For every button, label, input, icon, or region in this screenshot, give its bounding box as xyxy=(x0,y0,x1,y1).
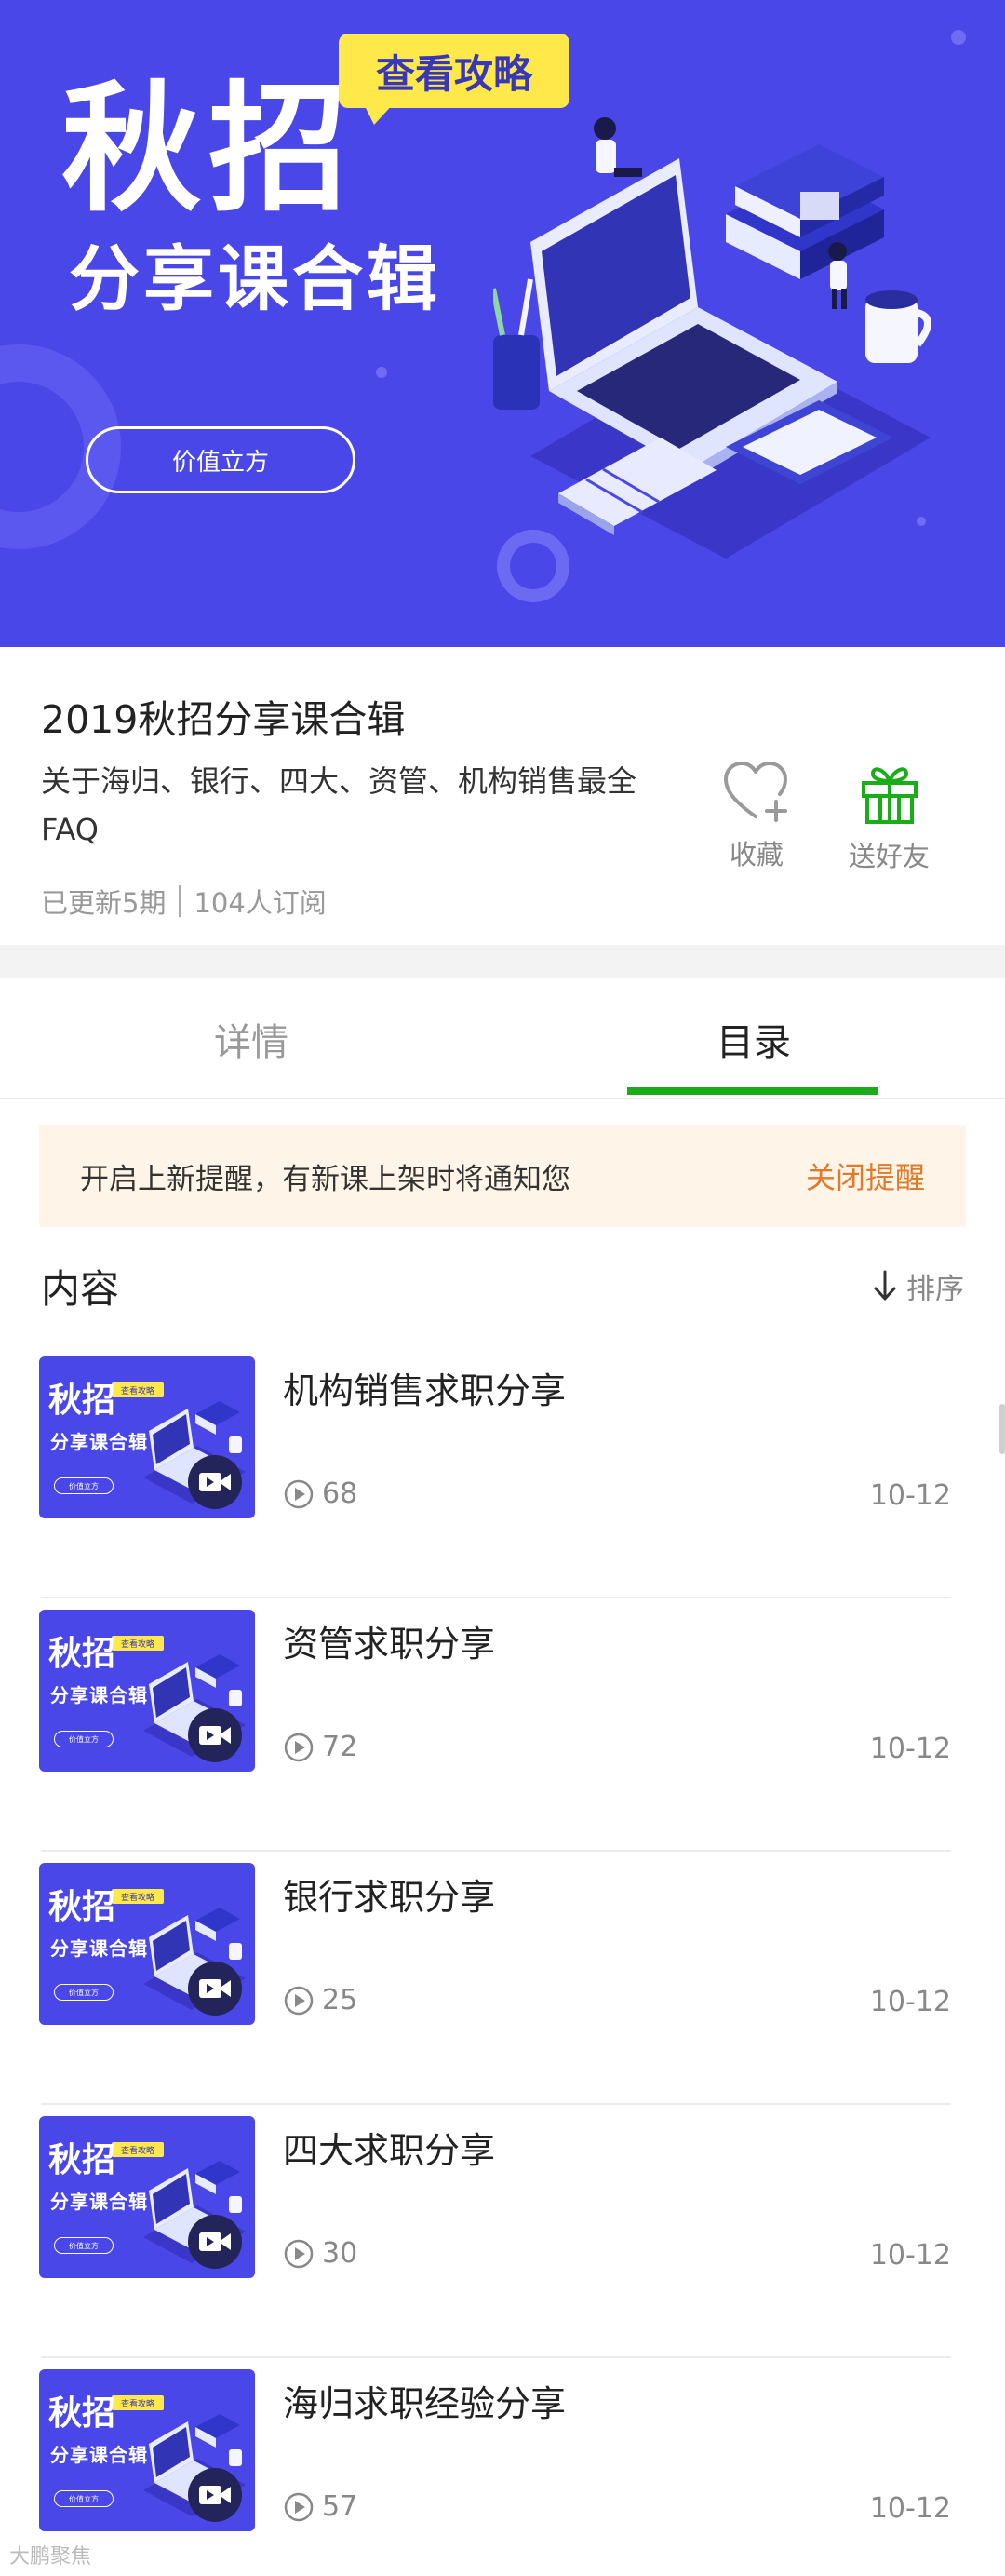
video-camera-icon xyxy=(188,2468,242,2522)
watermark: 大鹏聚焦 xyxy=(9,2545,92,2569)
video-camera-icon xyxy=(188,1708,242,1762)
play-count-value: 72 xyxy=(322,1731,358,1763)
gift-friend-button[interactable]: 送好友 xyxy=(849,759,930,874)
thumbnail-badge: 查看攻略 xyxy=(112,1889,164,1904)
lesson-date: 10-12 xyxy=(869,1479,951,1512)
thumbnail-button: 价值立方 xyxy=(54,1477,114,1494)
play-circle-icon xyxy=(284,1986,314,2015)
lesson-item[interactable]: 查看攻略 秋招 分享课合辑 价值立方 银行求职分享 25 10-12 xyxy=(0,1852,1005,2105)
update-reminder-notice: 开启上新提醒，有新课上架时将通知您 关闭提醒 xyxy=(39,1125,966,1227)
content-header: 内容 排序 xyxy=(41,1253,964,1318)
lesson-list: 查看攻略 秋招 分享课合辑 价值立方 机构销售求职分享 68 10-12 查看攻… xyxy=(0,1345,1005,2576)
lesson-item[interactable]: 查看攻略 秋招 分享课合辑 价值立方 海归求职经验分享 57 10-12 xyxy=(0,2358,1005,2576)
thumbnail-subtitle: 分享课合辑 xyxy=(50,2444,148,2466)
lesson-item[interactable]: 查看攻略 秋招 分享课合辑 价值立方 四大求职分享 30 10-12 xyxy=(0,2105,1005,2358)
play-count-value: 30 xyxy=(322,2237,358,2270)
video-camera-icon xyxy=(188,2215,242,2269)
thumbnail-subtitle: 分享课合辑 xyxy=(50,1937,148,1960)
sort-button[interactable]: 排序 xyxy=(871,1265,964,1307)
play-circle-icon xyxy=(284,1479,314,1508)
banner-subtitle: 分享课合辑 xyxy=(69,237,441,320)
lesson-play-count: 30 xyxy=(283,2237,357,2270)
thumbnail-button: 价值立方 xyxy=(54,1984,114,2001)
thumbnail-badge: 查看攻略 xyxy=(112,1382,164,1397)
course-title: 2019秋招分享课合辑 xyxy=(41,697,406,742)
favorite-label: 收藏 xyxy=(729,839,784,870)
play-count-value: 68 xyxy=(322,1477,358,1510)
sort-label: 排序 xyxy=(906,1272,964,1306)
lesson-date: 10-12 xyxy=(869,2239,951,2272)
close-reminder-button[interactable]: 关闭提醒 xyxy=(806,1154,925,1197)
lesson-play-count: 25 xyxy=(283,1984,357,2016)
gift-label: 送好友 xyxy=(849,841,931,872)
lesson-title: 四大求职分享 xyxy=(283,2130,496,2171)
thumbnail-title: 秋招 xyxy=(48,2141,116,2179)
lesson-item[interactable]: 查看攻略 秋招 分享课合辑 价值立方 机构销售求职分享 68 10-12 xyxy=(0,1345,1005,1598)
lesson-thumbnail: 查看攻略 秋招 分享课合辑 价值立方 xyxy=(39,2369,255,2531)
content-title: 内容 xyxy=(41,1265,120,1312)
thumbnail-subtitle: 分享课合辑 xyxy=(50,1431,148,1453)
play-circle-icon xyxy=(284,2239,314,2268)
lesson-date: 10-12 xyxy=(869,2492,951,2525)
course-info: 2019秋招分享课合辑 关于海归、银行、四大、资管、机构销售最全FAQ 已更新5… xyxy=(0,647,1005,945)
thumbnail-button: 价值立方 xyxy=(54,1731,114,1747)
section-divider xyxy=(0,945,1005,978)
play-count-value: 57 xyxy=(322,2490,358,2523)
thumbnail-badge: 查看攻略 xyxy=(112,2395,164,2410)
lesson-date: 10-12 xyxy=(869,1986,951,2018)
active-tab-indicator xyxy=(627,1087,878,1095)
thumbnail-title: 秋招 xyxy=(48,1635,116,1673)
thumbnail-badge: 查看攻略 xyxy=(112,2142,164,2157)
reminder-text: 开启上新提醒，有新课上架时将通知您 xyxy=(80,1162,570,1196)
thumbnail-title: 秋招 xyxy=(48,1382,116,1420)
play-count-value: 25 xyxy=(322,1984,358,2016)
laptop-illustration xyxy=(493,117,931,559)
lesson-title: 资管求职分享 xyxy=(283,1624,496,1665)
tab-catalog[interactable]: 目录 xyxy=(502,978,1005,1099)
lesson-play-count: 72 xyxy=(283,1731,357,1763)
lesson-thumbnail: 查看攻略 秋招 分享课合辑 价值立方 xyxy=(39,1863,255,2025)
tab-details[interactable]: 详情 xyxy=(0,978,502,1099)
banner-brand-button[interactable]: 价值立方 xyxy=(86,426,355,493)
scrollbar[interactable] xyxy=(999,1404,1005,1454)
banner-title: 秋招 xyxy=(61,69,356,231)
meta-divider xyxy=(179,885,181,917)
lesson-title: 机构销售求职分享 xyxy=(283,1370,567,1411)
thumbnail-button: 价值立方 xyxy=(54,2237,114,2254)
lesson-title: 海归求职经验分享 xyxy=(283,2383,567,2424)
course-description: 关于海归、银行、四大、资管、机构销售最全FAQ xyxy=(41,763,637,847)
lesson-play-count: 57 xyxy=(283,2490,357,2523)
thumbnail-title: 秋招 xyxy=(48,2394,116,2433)
lesson-title: 银行求职分享 xyxy=(283,1877,496,1918)
video-camera-icon xyxy=(188,1962,242,2016)
course-banner: 秋招 分享课合辑 查看攻略 价值立方 xyxy=(0,0,1005,647)
play-circle-icon xyxy=(284,1733,314,1761)
video-camera-icon xyxy=(188,1455,242,1509)
play-circle-icon xyxy=(284,2492,314,2521)
lesson-thumbnail: 查看攻略 秋招 分享课合辑 价值立方 xyxy=(39,1356,255,1518)
lesson-date: 10-12 xyxy=(869,1733,951,1765)
gift-icon xyxy=(861,767,918,824)
favorite-button[interactable]: 收藏 xyxy=(722,759,791,872)
course-meta: 已更新5期 104人订阅 xyxy=(41,882,327,921)
thumbnail-title: 秋招 xyxy=(48,1888,116,1926)
subscriber-count: 104人订阅 xyxy=(194,887,327,919)
tab-bar: 详情 目录 xyxy=(0,978,1005,1099)
lesson-play-count: 68 xyxy=(283,1477,357,1510)
thumbnail-badge: 查看攻略 xyxy=(112,1636,164,1651)
update-count: 已更新5期 xyxy=(41,887,167,919)
thumbnail-button: 价值立方 xyxy=(54,2490,114,2507)
thumbnail-subtitle: 分享课合辑 xyxy=(50,2191,148,2213)
heart-plus-icon xyxy=(724,762,787,822)
lesson-thumbnail: 查看攻略 秋招 分享课合辑 价值立方 xyxy=(39,2116,255,2278)
arrow-down-icon xyxy=(874,1270,896,1301)
lesson-item[interactable]: 查看攻略 秋招 分享课合辑 价值立方 资管求职分享 72 10-12 xyxy=(0,1598,1005,1852)
lesson-thumbnail: 查看攻略 秋招 分享课合辑 价值立方 xyxy=(39,1610,255,1772)
thumbnail-subtitle: 分享课合辑 xyxy=(50,1684,148,1706)
view-guide-badge[interactable]: 查看攻略 xyxy=(339,34,570,108)
